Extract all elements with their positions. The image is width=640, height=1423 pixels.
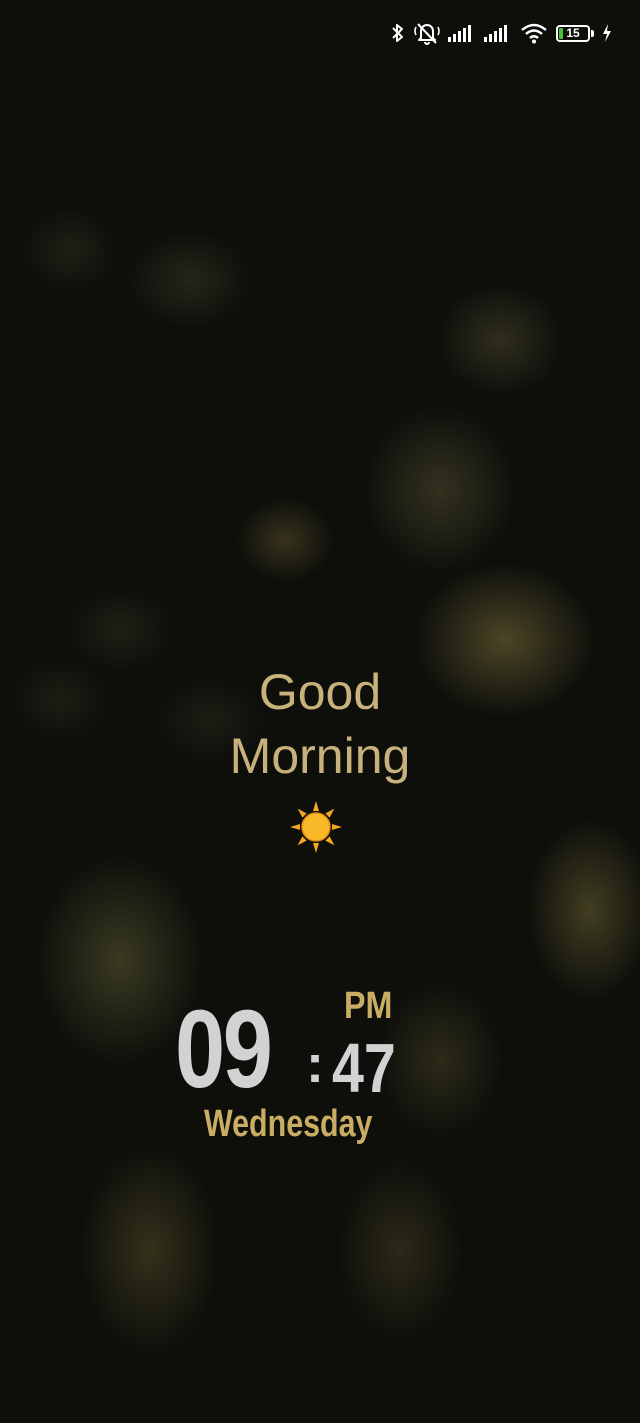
greeting-line-1: Good <box>258 664 382 720</box>
muted-bell-icon <box>414 21 440 45</box>
clock-minute: 47 <box>332 1029 396 1107</box>
charging-bolt-icon <box>602 24 612 42</box>
battery-fill <box>559 27 563 39</box>
lock-screen: 15 Good Morning 09: PM 47 Wednesday <box>0 0 640 1423</box>
greeting-line-2: Morning <box>229 728 411 784</box>
status-bar: 15 <box>390 18 612 48</box>
clock-ampm: PM <box>344 985 393 1027</box>
signal-icon <box>484 23 512 43</box>
sun-icon <box>289 800 343 854</box>
clock-weekday: Wednesday <box>204 1103 373 1145</box>
battery-tip <box>591 29 594 37</box>
wifi-icon <box>520 22 548 44</box>
clock-widget[interactable]: 09 : PM 47 Wednesday <box>0 985 640 1165</box>
signal-icon <box>448 23 476 43</box>
greeting-text: Good Morning <box>0 660 640 788</box>
clock-separator: : <box>306 1034 324 1094</box>
battery-indicator: 15 <box>556 24 590 42</box>
battery-level: 15 <box>566 26 580 40</box>
bluetooth-icon <box>390 22 406 44</box>
clock-hour: 09 <box>175 988 273 1111</box>
